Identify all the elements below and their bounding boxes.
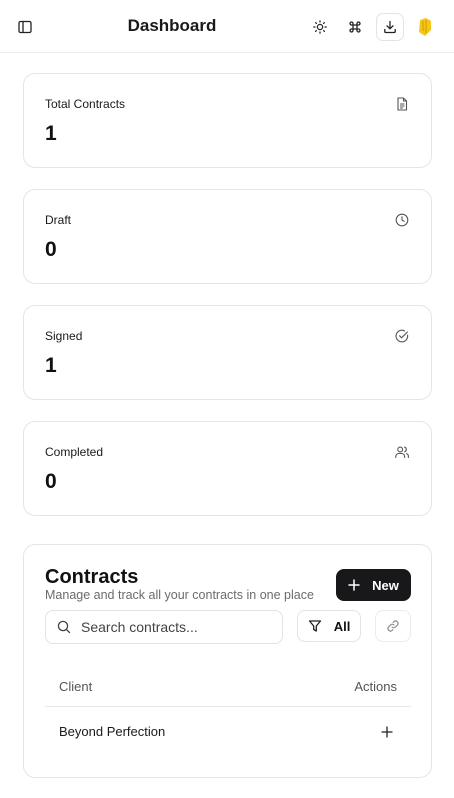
filter-label: All [333,618,351,634]
stat-card-completed: Completed 0 [23,421,432,516]
stat-value: 1 [45,122,57,145]
search-input[interactable] [81,619,261,635]
plus-icon [348,579,360,591]
column-header-client: Client [59,679,93,694]
clock-icon [394,212,410,228]
avatar-logo-icon [419,18,431,36]
avatar[interactable] [413,15,437,39]
top-bar: Dashboard [0,0,454,53]
stat-label: Signed [45,329,83,343]
column-header-actions: Actions [354,679,397,694]
contracts-panel: Contracts Manage and track all your cont… [23,544,432,778]
client-cell: Beyond Perfection [59,724,166,739]
new-contract-button[interactable]: New [336,569,411,601]
stat-card-total-contracts: Total Contracts 1 [23,73,432,168]
copy-link-button[interactable] [375,610,411,642]
search-icon [56,619,72,635]
stat-card-draft: Draft 0 [23,189,432,284]
table-row[interactable]: Beyond Perfection [45,707,411,757]
link-icon [387,620,399,632]
command-icon [349,21,361,33]
theme-toggle-button[interactable] [308,15,332,39]
stat-value: 0 [45,238,57,261]
page-title: Dashboard [127,16,217,35]
new-button-label: New [372,577,399,593]
plus-icon [381,726,393,738]
stat-value: 1 [45,354,57,377]
contracts-table: Client Actions Beyond Perfection [45,669,411,757]
sun-icon [313,20,327,34]
contracts-subtitle: Manage and track all your contracts in o… [45,588,314,602]
stat-card-signed: Signed 1 [23,305,432,400]
stat-label: Completed [45,445,104,459]
users-icon [394,444,410,460]
table-header: Client Actions [45,669,411,707]
stat-label: Draft [45,213,72,227]
stat-value: 0 [45,470,57,493]
file-text-icon [394,96,410,112]
check-circle-icon [394,328,410,344]
row-add-action-button[interactable] [379,724,395,740]
contracts-title: Contracts [45,566,139,588]
filter-icon [308,620,321,632]
download-button[interactable] [376,13,404,41]
download-icon [384,20,396,34]
command-menu-button[interactable] [343,15,367,39]
filter-button[interactable]: All [297,610,361,642]
search-field[interactable] [45,610,283,644]
stat-label: Total Contracts [45,97,126,111]
